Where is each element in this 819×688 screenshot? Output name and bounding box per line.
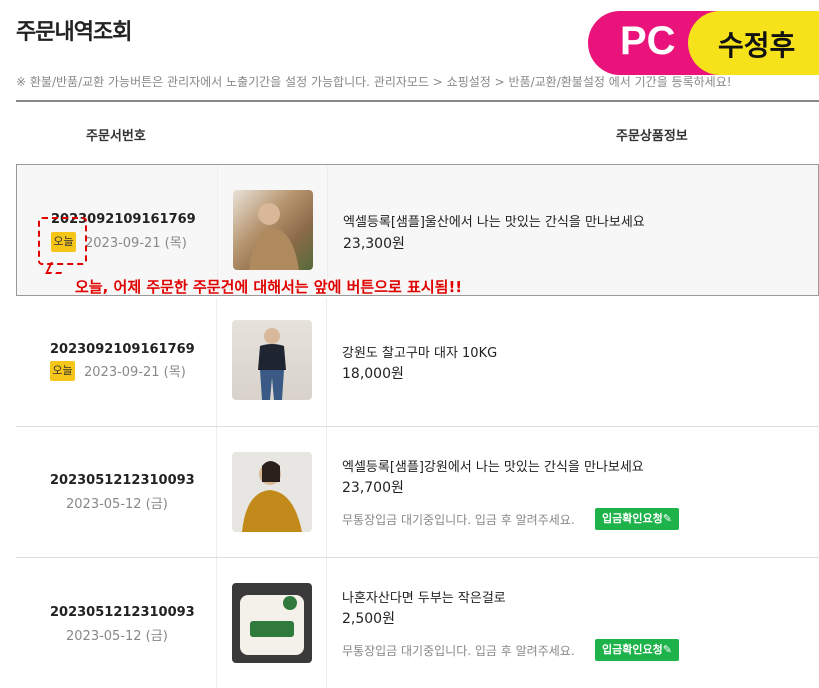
pc-label: PC: [620, 19, 676, 63]
product-name[interactable]: 엑셀등록[샘플]울산에서 나는 맛있는 간식을 만나보세요: [343, 211, 645, 230]
product-thumbnail[interactable]: [233, 190, 313, 270]
annotation-text: 오늘, 어제 주문한 주문건에 대해서는 앞에 버튼으로 표시됨!!: [75, 278, 463, 296]
order-date: 2023-05-12 (금): [66, 629, 168, 644]
revised-badge: 수정후: [688, 11, 819, 75]
product-name[interactable]: 나혼자산다면 두부는 작은걸로: [342, 587, 506, 606]
order-row[interactable]: 2023092109161769 오늘 2023-09-21 (목) 강원도 찰…: [16, 298, 819, 427]
highlight-callout: [38, 217, 87, 265]
page-title: 주문내역조회: [16, 20, 132, 45]
product-name[interactable]: 강원도 찰고구마 대자 10KG: [342, 342, 497, 361]
column-header-order-no: 주문서번호: [86, 129, 146, 144]
today-tag: 오늘: [50, 361, 75, 381]
product-thumbnail[interactable]: [232, 320, 312, 400]
product-price: 23,300원: [343, 236, 405, 252]
order-number[interactable]: 2023092109161769: [50, 342, 195, 357]
deposit-confirm-button[interactable]: 입금확인요청✎: [595, 639, 679, 661]
product-price: 23,700원: [342, 480, 404, 496]
deposit-confirm-button[interactable]: 입금확인요청✎: [595, 508, 679, 530]
product-thumbnail[interactable]: [232, 452, 312, 532]
order-row[interactable]: 2023051212310093 2023-05-12 (금) 엑셀등록[샘플]…: [16, 427, 819, 558]
revised-label: 수정후: [718, 29, 796, 62]
product-price: 2,500원: [342, 611, 395, 627]
order-date: 2023-05-12 (금): [66, 497, 168, 512]
order-row[interactable]: 2023051212310093 2023-05-12 (금) 나혼자산다면 두…: [16, 558, 819, 688]
header-divider: [16, 100, 819, 102]
order-date: 2023-09-21 (목): [84, 365, 186, 380]
product-price: 18,000원: [342, 366, 404, 382]
order-number[interactable]: 2023051212310093: [50, 605, 195, 620]
product-thumbnail[interactable]: [232, 583, 312, 663]
order-number[interactable]: 2023051212310093: [50, 473, 195, 488]
notice-text: ※ 환불/반품/교환 가능버튼은 관리자에서 노출기간을 설정 가능합니다. 관…: [16, 75, 732, 89]
order-date: 2023-09-21 (목): [85, 236, 187, 251]
payment-status: 무통장입금 대기중입니다. 입금 후 알려주세요.: [342, 513, 575, 527]
column-header-product: 주문상품정보: [616, 129, 688, 144]
payment-status: 무통장입금 대기중입니다. 입금 후 알려주세요.: [342, 644, 575, 658]
product-name[interactable]: 엑셀등록[샘플]강원에서 나는 맛있는 간식을 만나보세요: [342, 456, 644, 475]
